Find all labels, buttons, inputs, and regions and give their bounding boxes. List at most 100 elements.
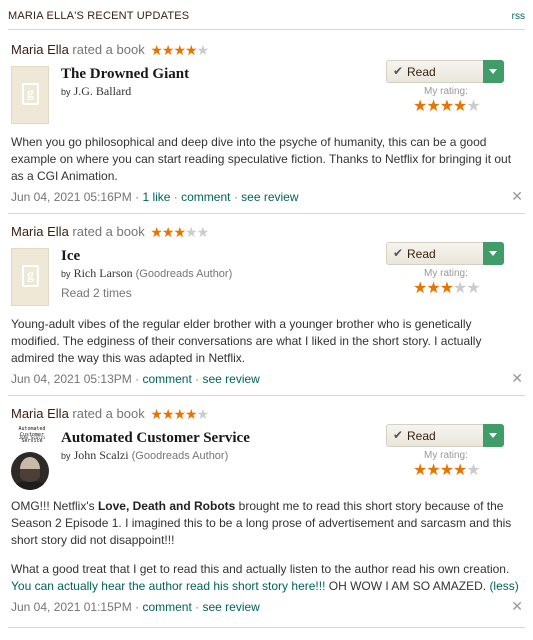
- book-cover[interactable]: g: [11, 66, 49, 124]
- recent-updates-header: MARIA ELLA'S RECENT UPDATES rss: [8, 0, 525, 30]
- likes-link[interactable]: 1 like: [142, 190, 170, 204]
- rating-stars: ★★★★★: [150, 406, 210, 423]
- book-author-line: by John Scalzi (Goodreads Author): [61, 448, 228, 463]
- update-headline: Maria Ella rated a book ★★★★★: [11, 406, 210, 423]
- author-avatar[interactable]: [11, 452, 49, 490]
- review-paragraph: Young-adult vibes of the regular elder b…: [11, 317, 482, 365]
- user-link[interactable]: Maria Ella: [11, 42, 69, 57]
- review-paragraph: OMG!!! Netflix's Love, Death and Robots …: [11, 498, 523, 549]
- read-times: Read 2 times: [61, 286, 132, 300]
- author-link[interactable]: John Scalzi: [74, 448, 129, 462]
- cover-author: John Scalzi: [18, 435, 46, 440]
- review-bold-title: Love, Death and Robots: [97, 499, 236, 513]
- by-label: by: [61, 451, 71, 461]
- author-reading-link[interactable]: You can actually hear the author read hi…: [11, 579, 325, 593]
- review-text-part: OMG!!! Netflix's: [11, 499, 98, 513]
- close-icon[interactable]: ✕: [511, 370, 523, 387]
- book-cover[interactable]: g: [11, 248, 49, 306]
- see-review-link[interactable]: see review: [202, 600, 259, 614]
- less-link[interactable]: (less): [489, 579, 518, 593]
- star-filled-icon[interactable]: ★: [440, 462, 454, 479]
- star-filled-icon: ★: [173, 42, 186, 58]
- review-text-part: What a good treat that I get to read thi…: [11, 562, 510, 576]
- update-meta: Jun 04, 2021 01:15PM · comment · see rev…: [11, 600, 260, 614]
- star-filled-icon[interactable]: ★: [440, 280, 454, 297]
- section-title: MARIA ELLA'S RECENT UPDATES: [8, 10, 190, 22]
- update-verb: rated a book: [72, 42, 145, 57]
- star-filled-icon[interactable]: ★: [426, 280, 440, 297]
- star-empty-icon: ★: [196, 406, 210, 422]
- update-item: Maria Ella rated a book ★★★★★ g Ice by R…: [8, 224, 525, 396]
- author-link[interactable]: Rich Larson: [74, 266, 133, 280]
- star-empty-icon[interactable]: ★: [466, 462, 480, 479]
- see-review-link[interactable]: see review: [202, 372, 259, 386]
- review-paragraph: What a good treat that I get to read thi…: [11, 561, 523, 595]
- my-rating-stars[interactable]: ★★★★★: [413, 460, 481, 480]
- book-cover[interactable]: Automated Customer Service John Scalzi: [11, 426, 53, 446]
- comment-link[interactable]: comment: [142, 600, 191, 614]
- star-filled-icon[interactable]: ★: [413, 462, 427, 479]
- rating-stars: ★★★★★: [150, 42, 210, 59]
- shelf-label: Read: [407, 247, 436, 261]
- comment-link[interactable]: comment: [181, 190, 230, 204]
- update-verb: rated a book: [72, 406, 145, 421]
- chevron-down-icon[interactable]: [483, 424, 504, 447]
- star-filled-icon[interactable]: ★: [413, 280, 427, 297]
- rss-link[interactable]: rss: [512, 11, 525, 22]
- review-text-part: OH WOW I AM SO AMAZED.: [325, 579, 490, 593]
- chevron-down-icon[interactable]: [483, 60, 504, 83]
- star-empty-icon: ★: [196, 42, 210, 58]
- book-author-line: by Rich Larson (Goodreads Author): [61, 266, 232, 281]
- star-empty-icon: ★: [185, 224, 198, 240]
- author-link[interactable]: J.G. Ballard: [74, 84, 132, 98]
- book-title-link[interactable]: The Drowned Giant: [61, 66, 189, 83]
- star-filled-icon: ★: [185, 406, 198, 422]
- user-link[interactable]: Maria Ella: [11, 224, 69, 239]
- star-empty-icon[interactable]: ★: [466, 280, 480, 297]
- star-filled-icon[interactable]: ★: [413, 98, 427, 115]
- by-label: by: [61, 87, 71, 97]
- shelf-button[interactable]: ✔ Read: [386, 424, 504, 447]
- star-filled-icon: ★: [185, 42, 198, 58]
- timestamp[interactable]: Jun 04, 2021 05:13PM: [11, 372, 132, 386]
- close-icon[interactable]: ✕: [511, 598, 523, 615]
- star-filled-icon: ★: [161, 406, 175, 422]
- update-item: Maria Ella rated a book ★★★★★ g The Drow…: [8, 42, 525, 214]
- book-placeholder-icon: g: [22, 83, 39, 105]
- chevron-down-icon[interactable]: [483, 242, 504, 265]
- timestamp[interactable]: Jun 04, 2021 01:15PM: [11, 600, 132, 614]
- update-headline: Maria Ella rated a book ★★★★★: [11, 42, 210, 59]
- close-icon[interactable]: ✕: [511, 188, 523, 205]
- goodreads-author-tag: (Goodreads Author): [135, 268, 233, 280]
- see-review-link[interactable]: see review: [241, 190, 298, 204]
- star-filled-icon[interactable]: ★: [440, 98, 454, 115]
- shelf-button[interactable]: ✔ Read: [386, 60, 504, 83]
- book-title-link[interactable]: Ice: [61, 248, 80, 265]
- comment-link[interactable]: comment: [142, 372, 191, 386]
- timestamp[interactable]: Jun 04, 2021 05:16PM: [11, 190, 132, 204]
- star-filled-icon[interactable]: ★: [426, 462, 440, 479]
- update-item: Maria Ella rated a book ★★★★★ Automated …: [8, 406, 525, 628]
- update-meta: Jun 04, 2021 05:16PM · 1 like · comment …: [11, 190, 299, 204]
- star-filled-icon[interactable]: ★: [453, 98, 467, 115]
- star-filled-icon[interactable]: ★: [453, 462, 467, 479]
- star-filled-icon: ★: [150, 224, 163, 240]
- star-filled-icon: ★: [161, 42, 175, 58]
- book-author-line: by J.G. Ballard: [61, 84, 131, 99]
- my-rating-stars[interactable]: ★★★★★: [413, 278, 481, 298]
- star-empty-icon[interactable]: ★: [453, 280, 467, 297]
- book-title-link[interactable]: Automated Customer Service: [61, 430, 250, 447]
- review-text: Young-adult vibes of the regular elder b…: [11, 316, 523, 367]
- check-icon: ✔: [393, 246, 404, 260]
- star-empty-icon[interactable]: ★: [466, 98, 480, 115]
- shelf-button[interactable]: ✔ Read: [386, 242, 504, 265]
- my-rating-stars[interactable]: ★★★★★: [413, 96, 481, 116]
- star-filled-icon[interactable]: ★: [426, 98, 440, 115]
- review-paragraph: When you go philosophical and deep dive …: [11, 135, 512, 183]
- star-filled-icon: ★: [161, 224, 175, 240]
- rating-stars: ★★★★★: [150, 224, 209, 241]
- shelf-label: Read: [407, 65, 436, 79]
- by-label: by: [61, 269, 71, 279]
- user-link[interactable]: Maria Ella: [11, 406, 69, 421]
- update-headline: Maria Ella rated a book ★★★★★: [11, 224, 209, 241]
